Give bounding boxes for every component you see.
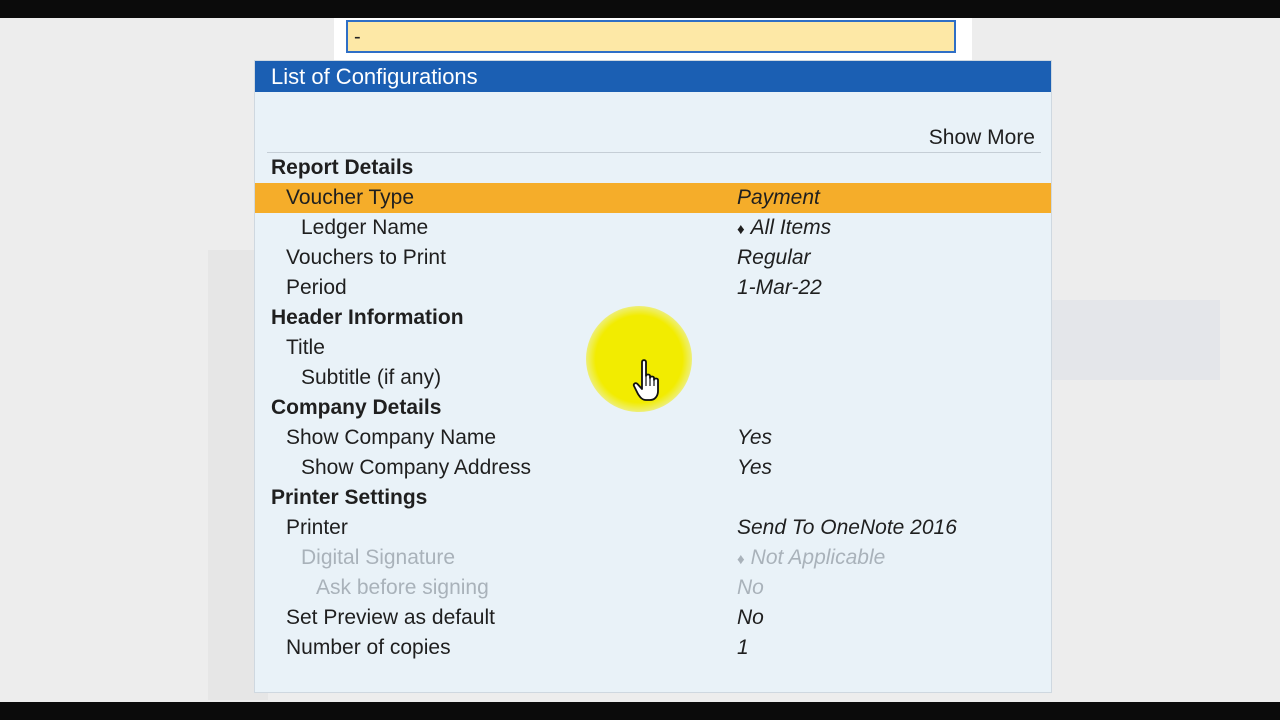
config-label: Show Company Address: [301, 456, 531, 479]
diamond-icon: ♦: [737, 551, 745, 568]
section-header: Printer Settings: [255, 483, 1051, 513]
config-value: No: [737, 606, 764, 629]
diamond-icon: ♦: [737, 221, 745, 238]
background-panel-right: [1040, 300, 1220, 380]
config-value: 1-Mar-22: [737, 276, 822, 299]
section-label: Header Information: [271, 306, 464, 329]
config-label: Ask before signing: [316, 576, 489, 599]
config-value: 1: [737, 636, 749, 659]
config-value-wrap: 1: [737, 633, 749, 663]
config-row[interactable]: Ask before signing No: [255, 573, 1051, 603]
config-value-wrap: No: [737, 573, 764, 603]
command-input[interactable]: -: [346, 20, 956, 53]
config-row[interactable]: Printer Send To OneNote 2016: [255, 513, 1051, 543]
config-value-wrap: Yes: [737, 423, 772, 453]
config-value: Send To OneNote 2016: [737, 516, 957, 539]
config-label: Number of copies: [286, 636, 451, 659]
config-label: Vouchers to Print: [286, 246, 446, 269]
section-label: Company Details: [271, 396, 442, 419]
config-value-wrap: Payment: [737, 183, 820, 213]
config-row[interactable]: Ledger Name ♦ All Items: [255, 213, 1051, 243]
config-value: All Items: [750, 216, 832, 239]
config-row[interactable]: Set Preview as default No: [255, 603, 1051, 633]
config-row[interactable]: Period 1-Mar-22: [255, 273, 1051, 303]
config-value: No: [737, 576, 764, 599]
config-value-wrap: No: [737, 603, 764, 633]
config-label: Digital Signature: [301, 546, 456, 569]
hand-pointer-icon: [632, 359, 659, 401]
config-value-wrap: Yes: [737, 453, 772, 483]
config-value-wrap: ♦ All Items: [737, 213, 831, 245]
config-row[interactable]: Number of copies 1: [255, 633, 1051, 663]
show-more-button[interactable]: Show More: [929, 126, 1035, 150]
dialog-title: List of Configurations: [255, 61, 1051, 92]
input-container: -: [334, 18, 972, 60]
section-label: Printer Settings: [271, 486, 428, 509]
config-row[interactable]: Digital Signature ♦ Not Applicable: [255, 543, 1051, 573]
config-value-wrap: 1-Mar-22: [737, 273, 822, 303]
config-value-wrap: ♦ Not Applicable: [737, 543, 885, 575]
config-row[interactable]: Show Company Address Yes: [255, 453, 1051, 483]
section-label: Report Details: [271, 156, 414, 179]
config-label: Ledger Name: [301, 216, 429, 239]
config-value-wrap: Regular: [737, 243, 811, 273]
config-label: Period: [286, 276, 347, 299]
bottom-black-bar: [0, 702, 1280, 720]
config-value: Payment: [737, 186, 820, 209]
config-value: Yes: [737, 456, 773, 479]
config-value: Regular: [737, 246, 811, 269]
config-label: Printer: [286, 516, 348, 539]
config-row[interactable]: Voucher Type Payment: [255, 183, 1051, 213]
config-value: Not Applicable: [750, 546, 886, 569]
config-label: Subtitle (if any): [301, 366, 442, 389]
config-label: Set Preview as default: [286, 606, 495, 629]
config-row[interactable]: Vouchers to Print Regular: [255, 243, 1051, 273]
config-value-wrap: Send To OneNote 2016: [737, 513, 957, 543]
config-label: Show Company Name: [286, 426, 497, 449]
config-value: Yes: [737, 426, 773, 449]
config-row[interactable]: Show Company Name Yes: [255, 423, 1051, 453]
config-label: Title: [286, 336, 325, 359]
section-header: Report Details: [255, 153, 1051, 183]
top-black-bar: [0, 0, 1280, 18]
config-label: Voucher Type: [286, 186, 415, 209]
